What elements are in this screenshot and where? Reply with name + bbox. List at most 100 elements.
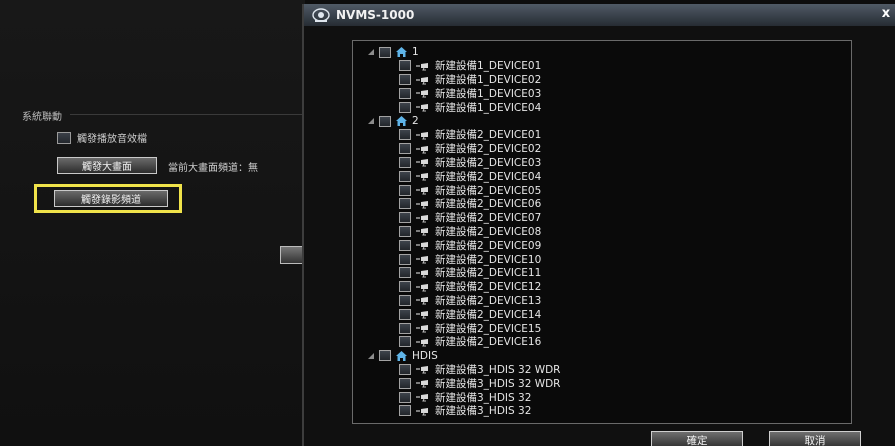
device-label: 新建設備1_DEVICE02 [435,74,542,87]
camera-icon [416,200,428,209]
tree-group-node[interactable]: 2 [367,114,419,128]
tree-device-node[interactable]: 新建設備2_DEVICE08 [399,224,541,238]
camera-icon [416,394,428,402]
camera-icon [416,311,428,319]
tree-device-node[interactable]: 新建設備2_DEVICE13 [399,293,541,307]
tree-device-node[interactable]: 新建設備2_DEVICE05 [399,183,541,197]
trigger-audio-checkbox[interactable] [57,131,71,144]
tree-device-node[interactable]: 新建設備3_HDIS 32 WDR [399,376,560,390]
device-checkbox[interactable] [399,198,411,210]
camera-icon [416,159,428,167]
tree-group-node[interactable]: 1 [367,45,419,59]
device-checkbox[interactable] [399,294,411,306]
tree-group-node[interactable]: HDIS [367,349,438,363]
group-checkbox[interactable] [379,46,391,58]
tree-device-node[interactable]: 新建設備1_DEVICE01 [399,59,541,73]
group-label: HDIS [412,349,438,362]
device-checkbox[interactable] [399,239,411,251]
camera-icon [416,228,428,236]
device-checkbox[interactable] [399,281,411,293]
device-label: 新建設備2_DEVICE14 [435,308,542,321]
device-checkbox[interactable] [399,60,411,72]
device-checkbox[interactable] [399,405,411,417]
tree-device-node[interactable]: 新建設備2_DEVICE10 [399,252,541,266]
device-label: 新建設備2_DEVICE08 [435,225,542,238]
close-icon[interactable]: x [879,6,893,22]
linkage-settings-panel: 系統聯動 觸發播放音效檔 觸發大畫面 當前大畫面頻道：無 觸發錄影頻道 [0,0,306,446]
tree-device-node[interactable]: 新建設備2_DEVICE14 [399,307,541,321]
tree-device-node[interactable]: 新建設備2_DEVICE03 [399,155,541,169]
device-checkbox[interactable] [399,156,411,168]
device-label: 新建設備2_DEVICE05 [435,184,542,197]
camera-icon [416,297,428,305]
camera-icon [416,62,428,71]
ok-button[interactable]: 確定 [651,431,743,446]
device-label: 新建設備2_DEVICE07 [435,212,542,225]
tree-device-node[interactable]: 新建設備2_DEVICE12 [399,280,541,294]
group-checkbox[interactable] [379,115,391,127]
device-checkbox[interactable] [399,363,411,375]
device-tree: 1 新建設備1_DEVICE01 新建設備1_DEVICE02 新建設備1_DEVIC… [352,40,852,424]
device-label: 新建設備2_DEVICE10 [435,253,542,266]
tree-device-node[interactable]: 新建設備2_DEVICE11 [399,266,541,280]
tree-device-node[interactable]: 新建設備1_DEVICE02 [399,73,541,87]
tree-device-node[interactable]: 新建設備2_DEVICE15 [399,321,541,335]
device-checkbox[interactable] [399,308,411,320]
tree-device-node[interactable]: 新建設備1_DEVICE03 [399,86,541,100]
tree-device-node[interactable]: 新建設備2_DEVICE07 [399,211,541,225]
device-label: 新建設備2_DEVICE03 [435,156,542,169]
tree-device-node[interactable]: 新建設備3_HDIS 32 [399,390,531,404]
expanded-triangle-icon[interactable] [367,117,375,125]
tree-device-node[interactable]: 新建設備2_DEVICE04 [399,169,541,183]
device-checkbox[interactable] [399,267,411,279]
tree-device-node[interactable]: 新建設備2_DEVICE02 [399,142,541,156]
device-label: 新建設備1_DEVICE03 [435,87,542,100]
tree-device-node[interactable]: 新建設備3_HDIS 32 WDR [399,362,560,376]
device-checkbox[interactable] [399,74,411,86]
device-checkbox[interactable] [399,129,411,141]
camera-icon [416,366,428,374]
camera-logo-icon [312,8,330,22]
trigger-big-screen-button[interactable]: 觸發大畫面 [57,157,157,174]
device-label: 新建設備2_DEVICE02 [435,143,542,156]
device-label: 新建設備1_DEVICE04 [435,101,542,114]
group-label: 2 [412,115,419,127]
device-label: 新建設備3_HDIS 32 WDR [435,363,561,376]
group-checkbox[interactable] [379,350,391,362]
device-checkbox[interactable] [399,377,411,389]
device-checkbox[interactable] [399,170,411,182]
camera-icon [416,131,428,140]
device-checkbox[interactable] [399,212,411,224]
tree-device-node[interactable]: 新建設備1_DEVICE04 [399,100,541,114]
camera-icon [416,145,428,154]
device-checkbox[interactable] [399,391,411,403]
device-label: 新建設備2_DEVICE06 [435,198,542,211]
device-label: 新建設備1_DEVICE01 [435,60,542,73]
cancel-button[interactable]: 取消 [769,431,861,446]
tree-device-node[interactable]: 新建設備2_DEVICE09 [399,238,541,252]
tree-device-node[interactable]: 新建設備2_DEVICE01 [399,128,541,142]
tree-device-node[interactable]: 新建設備2_DEVICE16 [399,335,541,349]
device-label: 新建設備2_DEVICE09 [435,239,542,252]
device-checkbox[interactable] [399,225,411,237]
trigger-record-channel-button[interactable]: 觸發錄影頻道 [54,190,168,207]
dialog-titlebar[interactable]: NVMS-1000 x [304,4,895,26]
device-checkbox[interactable] [399,101,411,113]
expanded-triangle-icon[interactable] [367,352,375,360]
device-checkbox[interactable] [399,253,411,265]
device-checkbox[interactable] [399,184,411,196]
device-checkbox[interactable] [399,322,411,334]
tree-device-node[interactable]: 新建設備3_HDIS 32 [399,404,531,418]
device-label: 新建設備3_HDIS 32 [435,391,532,404]
device-label: 新建設備2_DEVICE04 [435,170,542,183]
camera-icon [416,76,428,85]
expanded-triangle-icon[interactable] [367,48,375,56]
camera-icon [416,90,428,98]
camera-icon [416,338,428,347]
device-checkbox[interactable] [399,143,411,155]
device-checkbox[interactable] [399,336,411,348]
device-checkbox[interactable] [399,87,411,99]
device-label: 新建設備2_DEVICE01 [435,129,542,142]
tree-device-node[interactable]: 新建設備2_DEVICE06 [399,197,541,211]
trigger-audio-row: 觸發播放音效檔 [57,130,147,145]
